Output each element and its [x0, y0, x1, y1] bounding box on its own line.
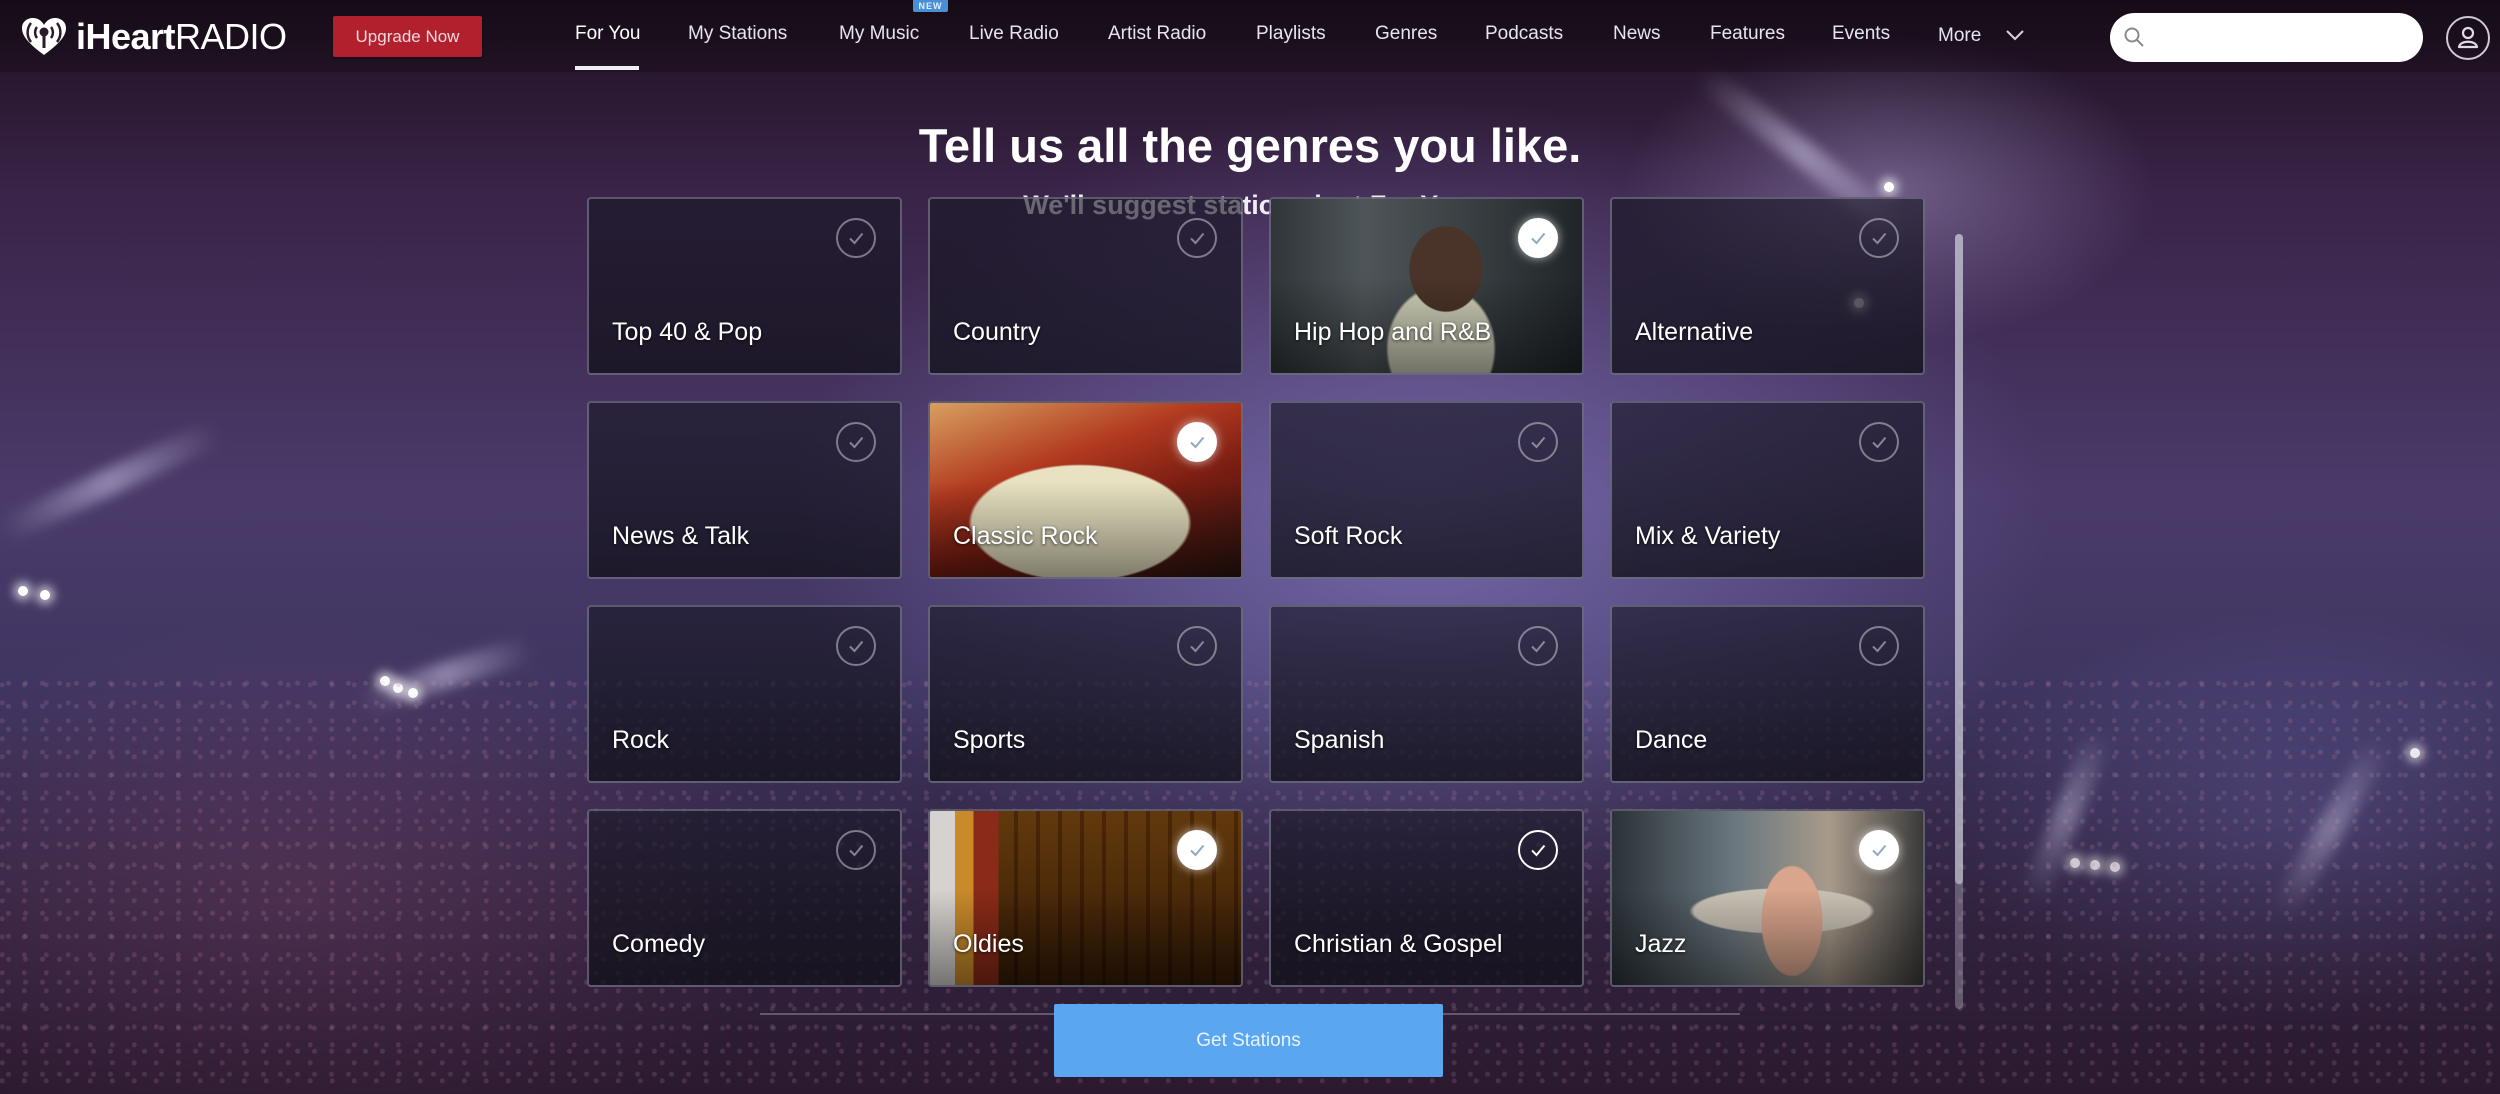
checkmark-icon[interactable]: [1177, 626, 1217, 666]
genre-label: Comedy: [612, 930, 706, 958]
checkmark-icon[interactable]: [1177, 422, 1217, 462]
scrollbar-thumb[interactable]: [1955, 234, 1963, 884]
genre-label: Christian & Gospel: [1294, 930, 1503, 958]
genre-label: Top 40 & Pop: [612, 318, 763, 346]
checkmark-icon[interactable]: [1177, 830, 1217, 870]
genre-label: Dance: [1635, 726, 1708, 754]
user-account-button[interactable]: [2446, 16, 2490, 60]
checkmark-icon[interactable]: [1859, 626, 1899, 666]
genre-tile-alternative[interactable]: Alternative: [1610, 197, 1925, 375]
genre-tile-classic-rock[interactable]: Classic Rock: [928, 401, 1243, 579]
genre-label: Oldies: [953, 930, 1024, 958]
get-stations-button[interactable]: Get Stations: [1054, 1004, 1443, 1077]
top-navigation-bar: iHeartRADIO Upgrade Now For You My Stati…: [0, 0, 2500, 72]
checkmark-icon[interactable]: [1518, 218, 1558, 258]
genre-label: Rock: [612, 726, 669, 754]
checkmark-icon[interactable]: [1518, 422, 1558, 462]
checkmark-icon[interactable]: [836, 830, 876, 870]
genre-label: Soft Rock: [1294, 522, 1403, 550]
checkmark-icon[interactable]: [836, 626, 876, 666]
genre-tile-news-and-talk[interactable]: News & Talk: [587, 401, 902, 579]
nav-playlists[interactable]: Playlists: [1256, 23, 1326, 45]
genre-label: Jazz: [1635, 930, 1687, 958]
logo-wordmark: iHeartRADIO: [76, 16, 287, 57]
genre-tile-dance[interactable]: Dance: [1610, 605, 1925, 783]
genre-label: News & Talk: [612, 522, 750, 550]
page-subtitle: We'll suggest stations just For You.: [1023, 190, 1477, 220]
checkmark-icon[interactable]: [1859, 830, 1899, 870]
genre-tile-hip-hop-and-randb[interactable]: Hip Hop and R&B: [1269, 197, 1584, 375]
nav-my-music[interactable]: My Music: [839, 23, 919, 45]
genre-tile-top-40-and-pop[interactable]: Top 40 & Pop: [587, 197, 902, 375]
genre-tile-country[interactable]: Country: [928, 197, 1243, 375]
genre-tile-mix-and-variety[interactable]: Mix & Variety: [1610, 401, 1925, 579]
genre-grid-scrollbar[interactable]: [1955, 234, 1963, 1009]
upgrade-now-button[interactable]: Upgrade Now: [333, 16, 482, 57]
genre-tile-jazz[interactable]: Jazz: [1610, 809, 1925, 987]
nav-genres[interactable]: Genres: [1375, 23, 1437, 45]
genre-label: Spanish: [1294, 726, 1385, 754]
checkmark-icon[interactable]: [1859, 422, 1899, 462]
genre-label: Sports: [953, 726, 1026, 754]
genre-label: Classic Rock: [953, 522, 1098, 550]
genre-label: Mix & Variety: [1635, 522, 1781, 550]
genre-tile-oldies[interactable]: Oldies: [928, 809, 1243, 987]
nav-live-radio[interactable]: Live Radio: [969, 23, 1059, 45]
genre-tile-rock[interactable]: Rock: [587, 605, 902, 783]
user-icon: [2457, 26, 2479, 49]
checkmark-icon[interactable]: [1518, 830, 1558, 870]
search-icon[interactable]: [2122, 25, 2146, 49]
nav-features[interactable]: Features: [1710, 23, 1785, 45]
genre-tile-sports[interactable]: Sports: [928, 605, 1243, 783]
genre-tile-christian-and-gospel[interactable]: Christian & Gospel: [1269, 809, 1584, 987]
checkmark-icon[interactable]: [1859, 218, 1899, 258]
nav-more[interactable]: More: [1938, 25, 1981, 47]
genre-label: Hip Hop and R&B: [1294, 318, 1492, 346]
search-input[interactable]: [2156, 13, 2411, 62]
iheart-logo-icon: [22, 18, 66, 55]
nav-podcasts[interactable]: Podcasts: [1485, 23, 1563, 45]
chevron-down-icon[interactable]: [2004, 26, 2026, 44]
nav-my-stations[interactable]: My Stations: [688, 23, 787, 45]
page-title: Tell us all the genres you like.: [918, 119, 1582, 172]
new-badge: NEW: [913, 0, 948, 12]
genre-tile-soft-rock[interactable]: Soft Rock: [1269, 401, 1584, 579]
nav-for-you[interactable]: For You: [575, 23, 641, 45]
nav-events[interactable]: Events: [1832, 23, 1890, 45]
nav-news[interactable]: News: [1613, 23, 1661, 45]
checkmark-icon[interactable]: [836, 218, 876, 258]
genre-label: Alternative: [1635, 318, 1754, 346]
checkmark-icon[interactable]: [1177, 218, 1217, 258]
genre-tile-spanish[interactable]: Spanish: [1269, 605, 1584, 783]
checkmark-icon[interactable]: [836, 422, 876, 462]
genre-tile-comedy[interactable]: Comedy: [587, 809, 902, 987]
active-tab-indicator: [575, 66, 639, 70]
nav-artist-radio[interactable]: Artist Radio: [1108, 23, 1206, 45]
checkmark-icon[interactable]: [1518, 626, 1558, 666]
genre-label: Country: [953, 318, 1041, 346]
iheartradio-logo[interactable]: iHeartRADIO: [18, 16, 287, 58]
search-box[interactable]: [2110, 13, 2423, 62]
